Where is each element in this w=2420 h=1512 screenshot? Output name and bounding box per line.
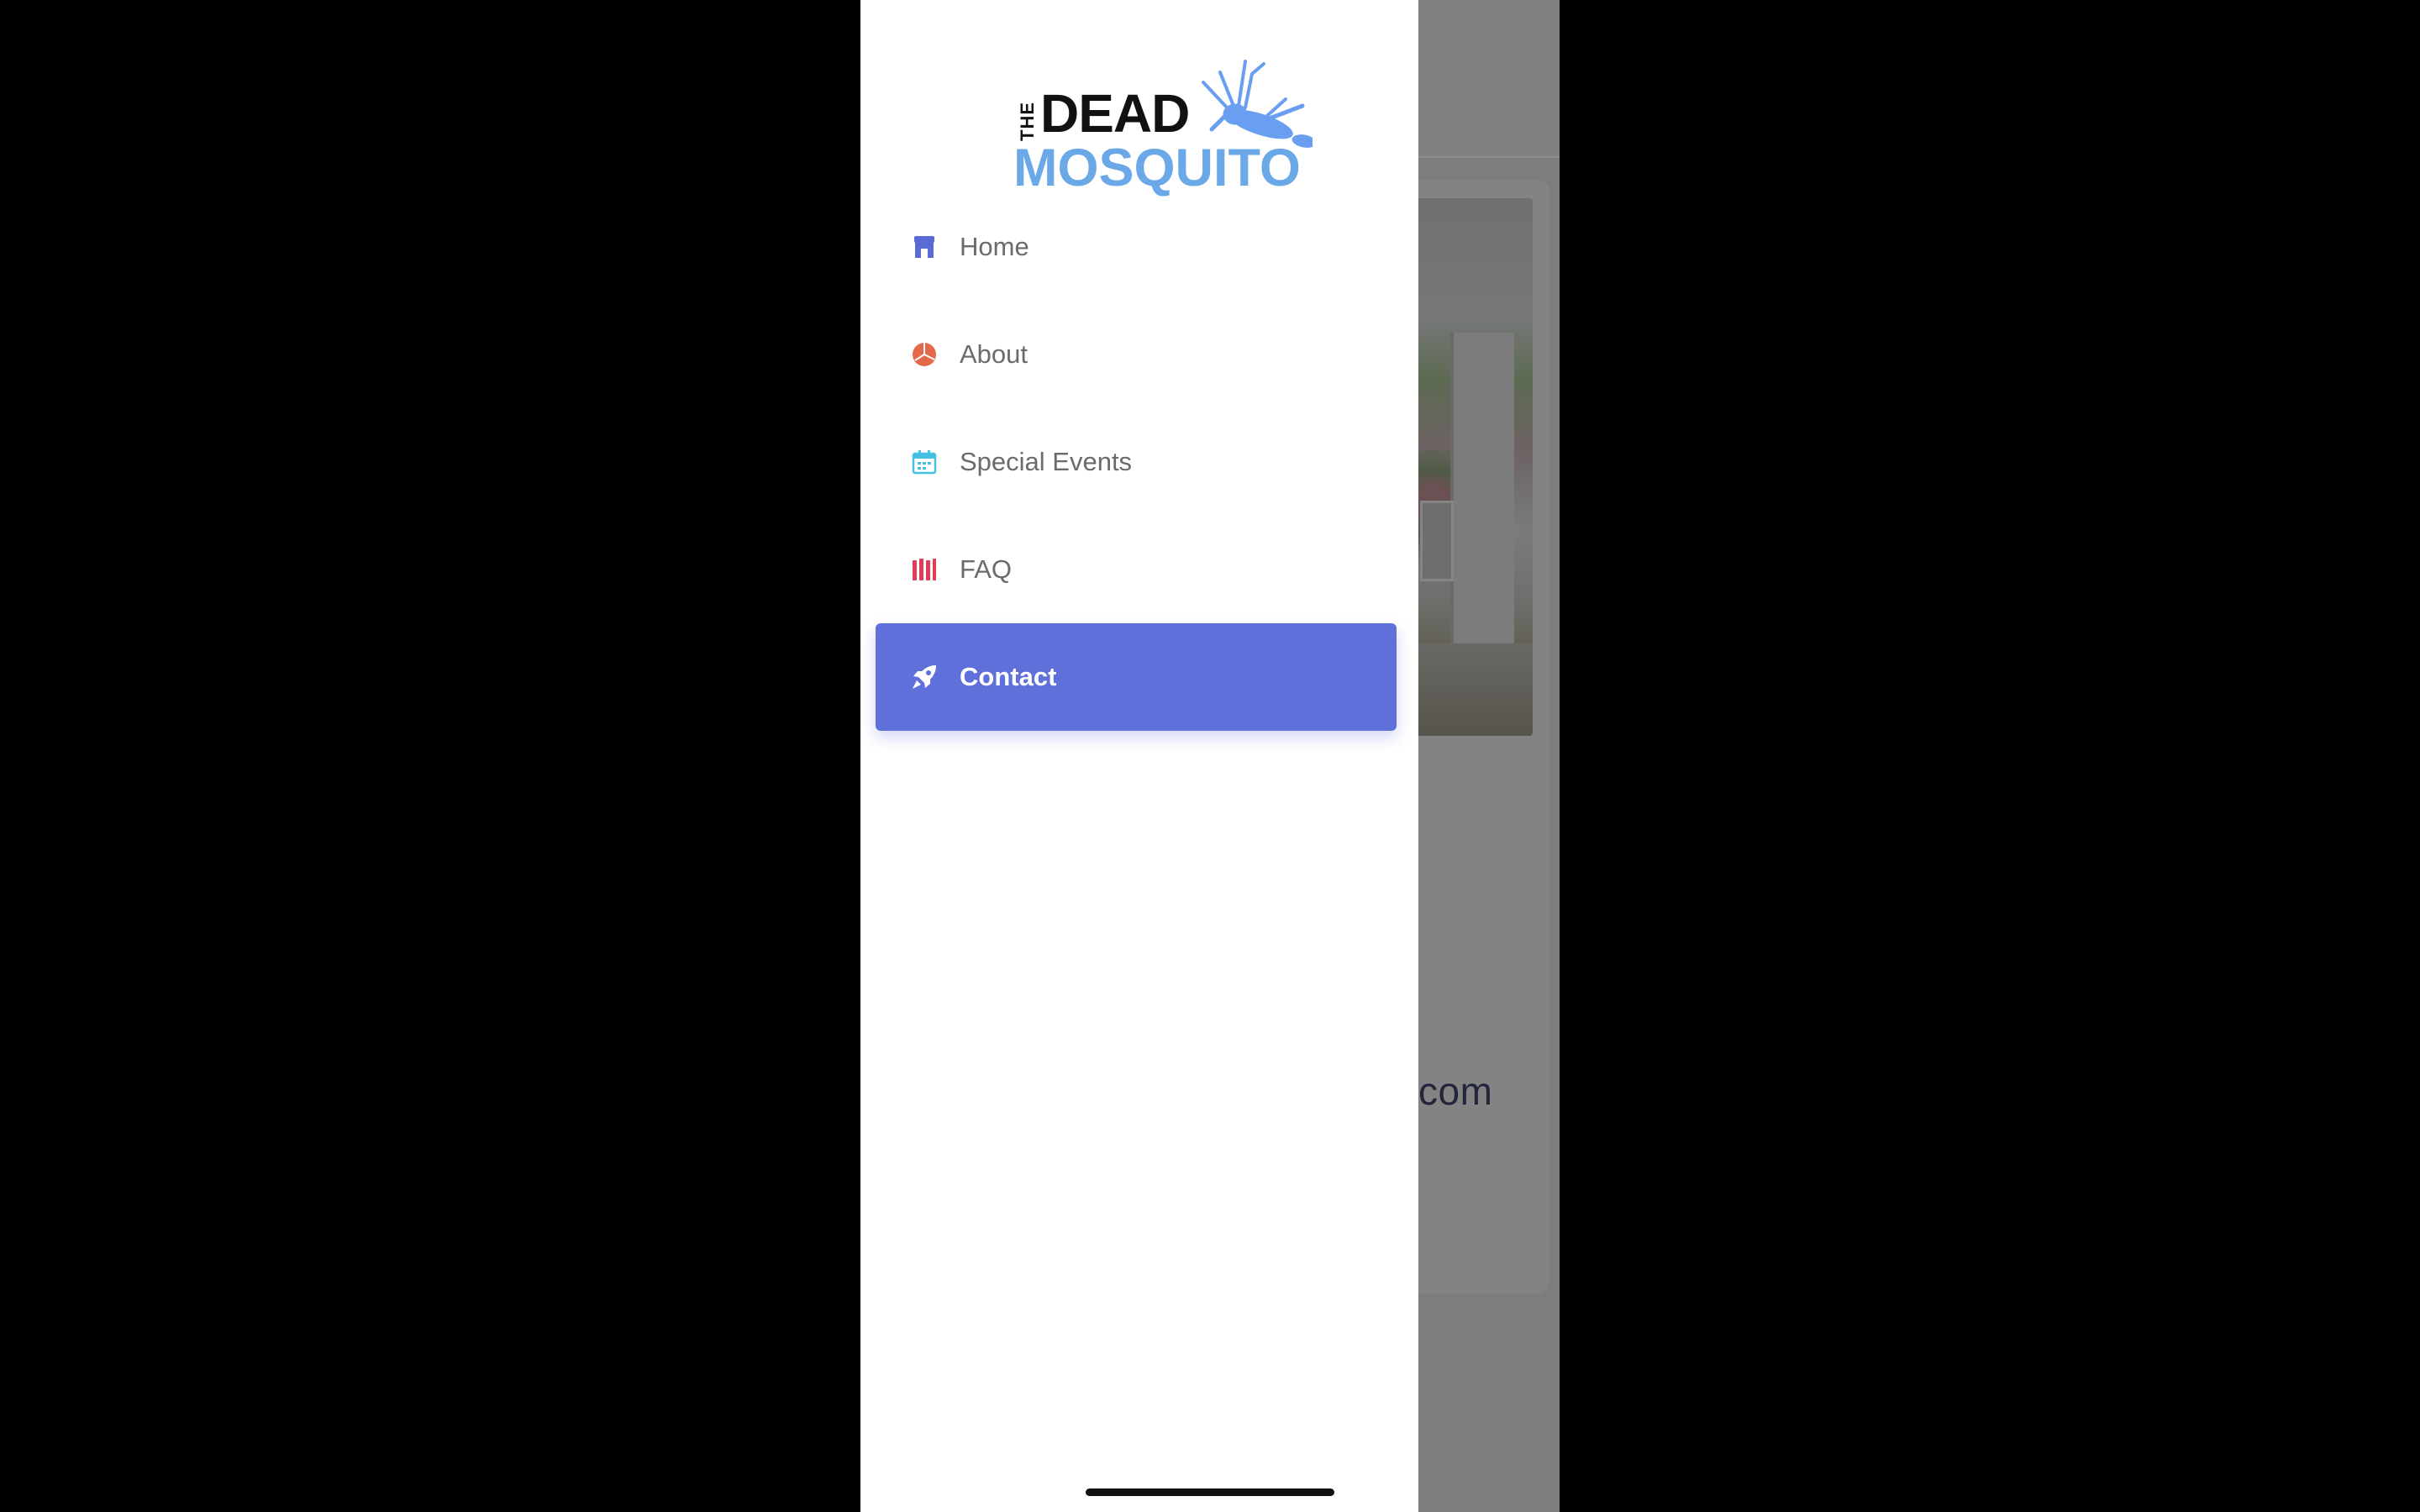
bars-icon [911, 556, 938, 583]
main-navigation: Home About Special Events FAQ Contact [876, 193, 1397, 731]
background-email-fragment: com [1418, 1069, 1493, 1113]
calendar-icon [911, 449, 938, 475]
nav-item-special-events[interactable]: Special Events [876, 408, 1397, 516]
nav-item-contact[interactable]: Contact [876, 623, 1397, 731]
nav-item-label: About [960, 339, 1028, 369]
logo-dead-text: DEAD [1040, 83, 1190, 144]
nav-drawer: THE DEAD MOSQUITO Home About Special Eve… [860, 0, 1418, 1512]
background-house-photo [1412, 198, 1533, 736]
nav-item-home[interactable]: Home [876, 193, 1397, 301]
mosquito-icon [1202, 60, 1313, 148]
logo-the-text: THE [1017, 102, 1038, 141]
the-dead-mosquito-logo[interactable]: THE DEAD MOSQUITO [1002, 50, 1321, 202]
phone-screen: com THE DEAD MOSQUITO Home About Special… [860, 0, 1560, 1512]
nav-item-label: Contact [960, 662, 1057, 691]
nav-item-faq[interactable]: FAQ [876, 516, 1397, 623]
nav-item-label: FAQ [960, 554, 1013, 584]
store-icon [911, 234, 938, 260]
home-indicator[interactable] [1086, 1488, 1334, 1496]
nav-item-about[interactable]: About [876, 301, 1397, 408]
nav-item-label: Home [960, 232, 1029, 261]
nav-item-label: Special Events [960, 447, 1133, 476]
rocket-icon [911, 664, 938, 690]
pie-chart-icon [911, 341, 938, 368]
